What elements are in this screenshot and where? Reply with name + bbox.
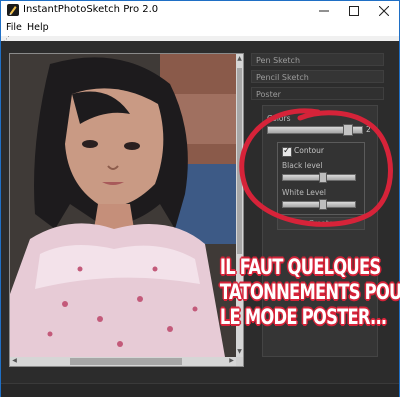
mode-pencil-sketch-button[interactable]: Pencil Sketch bbox=[251, 70, 384, 83]
scroll-down-icon[interactable]: ▼ bbox=[236, 348, 243, 356]
annotation-line: LE MODE POSTER... bbox=[219, 305, 387, 329]
maximize-button[interactable] bbox=[339, 1, 369, 20]
poster-preview-image bbox=[10, 54, 236, 357]
black-level-slider-thumb[interactable] bbox=[318, 172, 327, 183]
close-icon bbox=[379, 5, 389, 16]
create-button[interactable]: Create bbox=[277, 217, 365, 230]
contour-checkbox[interactable]: ✓ bbox=[282, 146, 292, 157]
photo-canvas[interactable]: ▲ ▼ ◀ ▶ bbox=[9, 53, 244, 367]
handwritten-annotation: IL FAUT QUELQUES TATONNEMENTS POUR LE MO… bbox=[219, 255, 400, 330]
contour-group: ✓ Contour Black level White Level bbox=[277, 142, 365, 215]
mode-poster-button[interactable]: Poster bbox=[251, 87, 384, 100]
vertical-scroll-thumb[interactable] bbox=[237, 68, 242, 254]
menu-bar: File Help bbox=[1, 20, 399, 36]
app-window: InstantPhotoSketch Pro 2.0 File Help ⋰ ▲… bbox=[0, 0, 400, 397]
menu-help[interactable]: Help bbox=[27, 22, 49, 34]
colors-value: 2 bbox=[366, 125, 371, 134]
minimize-button[interactable] bbox=[309, 1, 339, 20]
colors-slider-thumb[interactable] bbox=[342, 124, 353, 136]
maximize-icon bbox=[349, 5, 359, 16]
horizontal-scrollbar[interactable]: ◀ ▶ bbox=[10, 357, 236, 366]
horizontal-scroll-thumb[interactable] bbox=[70, 358, 182, 365]
contour-label: Contour bbox=[294, 146, 324, 155]
app-icon bbox=[7, 4, 19, 16]
scroll-up-icon[interactable]: ▲ bbox=[236, 55, 243, 63]
white-level-label: White Level bbox=[282, 188, 326, 197]
title-bar[interactable]: InstantPhotoSketch Pro 2.0 bbox=[1, 1, 399, 20]
colors-label: Colors bbox=[267, 114, 291, 123]
annotation-line: TATONNEMENTS POUR bbox=[219, 280, 400, 304]
black-level-label: Black level bbox=[282, 161, 323, 170]
scroll-left-icon[interactable]: ◀ bbox=[11, 357, 18, 365]
mode-pen-sketch-button[interactable]: Pen Sketch bbox=[251, 53, 384, 66]
minimize-icon bbox=[319, 10, 329, 11]
checkmark-icon: ✓ bbox=[283, 146, 291, 156]
status-bar bbox=[1, 383, 399, 397]
scroll-right-icon[interactable]: ▶ bbox=[228, 357, 235, 365]
annotation-line: IL FAUT QUELQUES bbox=[219, 255, 381, 279]
menu-file[interactable]: File bbox=[6, 22, 22, 34]
close-button[interactable] bbox=[369, 1, 399, 20]
white-level-slider-thumb[interactable] bbox=[318, 199, 327, 210]
window-title: InstantPhotoSketch Pro 2.0 bbox=[23, 4, 159, 15]
